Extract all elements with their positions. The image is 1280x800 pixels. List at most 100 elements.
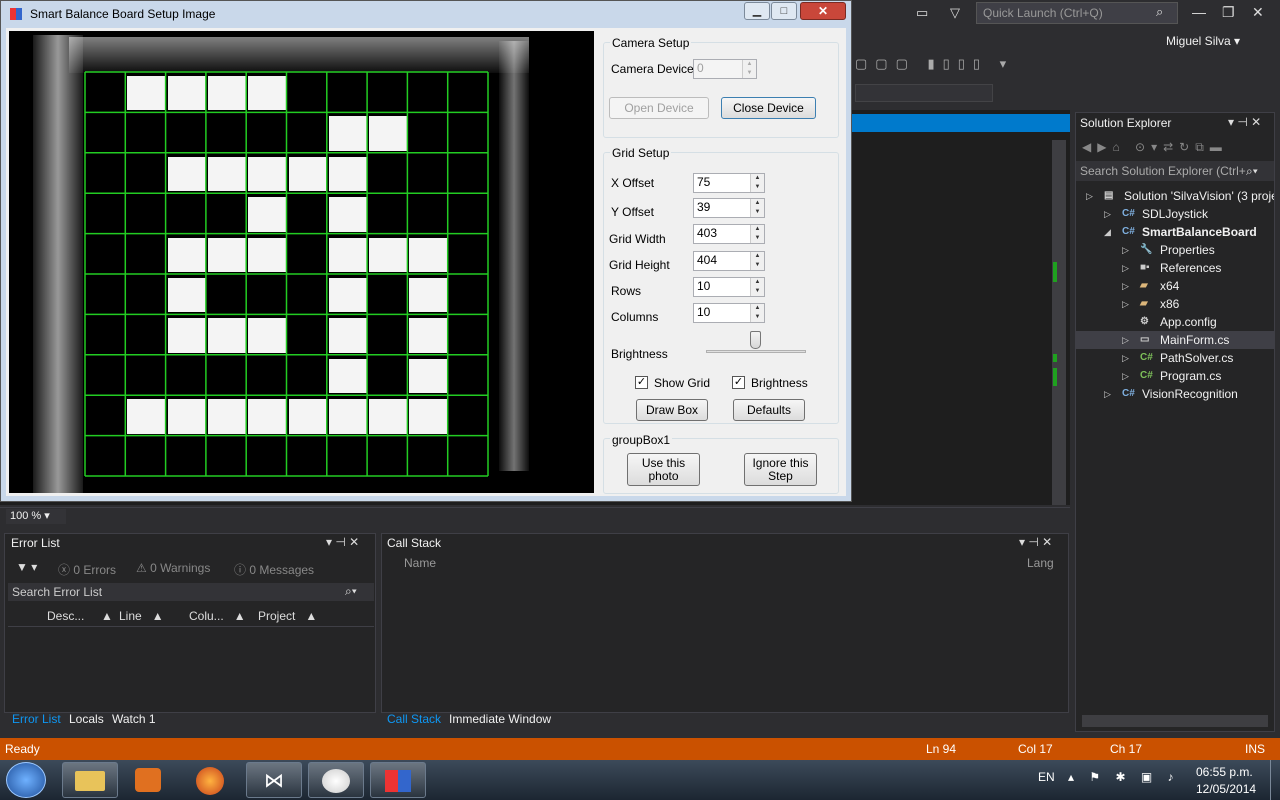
expand-arrow-icon[interactable]: ▷: [1122, 259, 1129, 277]
panel-menu-icon[interactable]: ▾ ⊣ ✕: [326, 535, 359, 549]
toolbar-dropdown[interactable]: [855, 84, 993, 102]
firefox-taskbar-icon[interactable]: [182, 762, 238, 798]
expand-arrow-icon[interactable]: ▷: [1104, 205, 1111, 223]
show-desktop-button[interactable]: [1270, 760, 1280, 800]
start-button-icon[interactable]: [6, 762, 46, 798]
expand-arrow-icon[interactable]: ▷: [1104, 385, 1111, 403]
tree-item[interactable]: ▷ ▤ Solution 'SilvaVision' (3 projects): [1076, 187, 1274, 205]
tab-call-stack[interactable]: Call Stack: [387, 712, 441, 726]
panel-menu-icon[interactable]: ▾ ⊣ ✕: [1019, 535, 1052, 549]
tab-immediate-window[interactable]: Immediate Window: [449, 712, 551, 726]
error-search-input[interactable]: Search Error List: [8, 583, 374, 601]
solution-search-input[interactable]: Search Solution Explorer (Ctrl+: [1076, 161, 1274, 181]
defaults-button[interactable]: Defaults: [733, 399, 805, 421]
messages-filter[interactable]: ⓘ 0 Messages: [234, 561, 314, 578]
spinner-arrows-icon[interactable]: ▲ ▼: [750, 304, 764, 322]
tree-item-label: x64: [1160, 279, 1180, 293]
minimize-icon[interactable]: —: [1192, 4, 1206, 20]
column-description[interactable]: Desc... ▲: [47, 609, 113, 623]
clock-date[interactable]: 12/05/2014: [1196, 782, 1256, 796]
solution-explorer-panel: Solution Explorer ▾ ⊣ ✕ ◀▶⌂ ⊙▾⇄↻⧉▬ Searc…: [1075, 112, 1275, 732]
column-line[interactable]: Line ▲: [119, 609, 164, 623]
tree-item[interactable]: ▷ 🔧 Properties: [1076, 241, 1274, 259]
filter-icon[interactable]: ▽: [950, 5, 960, 21]
references-icon: ■▪: [1140, 262, 1150, 273]
clock-time[interactable]: 06:55 p.m.: [1196, 765, 1253, 779]
tree-item-label: References: [1160, 261, 1222, 275]
toolbar[interactable]: ▢▢▢ ▮▯▯▯ ▾: [855, 56, 1014, 72]
paint-taskbar-icon[interactable]: [308, 762, 364, 798]
search-icon: ⌕: [1156, 4, 1164, 19]
ignore-step-button[interactable]: Ignore this Step: [744, 453, 817, 486]
minimize-button[interactable]: ▁: [744, 2, 770, 20]
tree-item[interactable]: ▷ ▭ MainForm.cs: [1076, 331, 1274, 349]
spinner-arrows-icon[interactable]: ▲ ▼: [750, 252, 764, 270]
expand-arrow-icon[interactable]: ▷: [1122, 241, 1129, 259]
brightness-slider-track[interactable]: [706, 350, 806, 353]
maximize-button[interactable]: □: [771, 2, 797, 20]
panel-menu-icon[interactable]: ▾ ⊣ ✕: [1228, 115, 1261, 129]
horizontal-scrollbar[interactable]: [1082, 715, 1268, 727]
tab-error-list[interactable]: Error List: [12, 712, 61, 726]
camera-setup-label: Camera Setup: [610, 36, 692, 50]
csharp-project-icon: C#: [1122, 388, 1135, 399]
errors-filter[interactable]: ⓧ 0 Errors: [58, 561, 116, 578]
spinner-arrows-icon[interactable]: ▲ ▼: [750, 225, 764, 243]
tree-item[interactable]: ▷ ▰ x86: [1076, 295, 1274, 313]
expand-arrow-icon[interactable]: ▷: [1122, 349, 1129, 367]
expand-arrow-icon[interactable]: ▷: [1122, 367, 1129, 385]
spinner-arrows-icon[interactable]: ▲ ▼: [750, 174, 764, 192]
column-project[interactable]: Project ▲: [258, 609, 317, 623]
tree-item[interactable]: ▷ ▰ x64: [1076, 277, 1274, 295]
user-name[interactable]: Miguel Silva ▾: [1166, 34, 1240, 48]
close-button[interactable]: ✕: [800, 2, 846, 20]
column-lang[interactable]: Lang: [1027, 556, 1054, 570]
solution-toolbar[interactable]: ◀▶⌂ ⊙▾⇄↻⧉▬: [1082, 140, 1228, 155]
spinner-arrows-icon[interactable]: ▲ ▼: [750, 199, 764, 217]
language-indicator[interactable]: EN: [1038, 770, 1055, 784]
tree-item-label: App.config: [1160, 315, 1217, 329]
error-list-title: Error List: [11, 536, 60, 550]
visual-studio-taskbar-icon[interactable]: ⋈: [246, 762, 302, 798]
spinner-arrows-icon[interactable]: ▲ ▼: [750, 278, 764, 296]
show-grid-checkbox[interactable]: ✓: [635, 376, 648, 389]
expand-arrow-icon[interactable]: ▷: [1086, 187, 1093, 205]
column-name[interactable]: Name: [404, 556, 436, 570]
tree-item[interactable]: ▷ C# VisionRecognition: [1076, 385, 1274, 403]
column-column[interactable]: Colu... ▲: [189, 609, 246, 623]
warnings-filter[interactable]: ⚠ 0 Warnings: [136, 561, 210, 575]
explorer-taskbar-icon[interactable]: [62, 762, 118, 798]
media-player-taskbar-icon[interactable]: [120, 762, 176, 798]
tree-item[interactable]: ▷ C# SDLJoystick: [1076, 205, 1274, 223]
tree-item[interactable]: ▷ C# Program.cs: [1076, 367, 1274, 385]
tree-item[interactable]: ◢ C# SmartBalanceBoard: [1076, 223, 1274, 241]
editor-scrollbar[interactable]: [1052, 140, 1066, 505]
brightness-slider-thumb[interactable]: [750, 331, 761, 349]
close-device-button[interactable]: Close Device: [721, 97, 816, 119]
tree-item[interactable]: ⚙ App.config: [1076, 313, 1274, 331]
zoom-select[interactable]: 100 % ▾: [6, 509, 66, 524]
tree-item[interactable]: ▷ C# PathSolver.cs: [1076, 349, 1274, 367]
brightness-checkbox[interactable]: ✓: [732, 376, 745, 389]
app-taskbar-icon[interactable]: [370, 762, 426, 798]
expand-arrow-icon[interactable]: ▷: [1122, 277, 1129, 295]
tray-icons[interactable]: ▴ ⚑ ✱ ▣ ♪: [1068, 770, 1180, 784]
csharp-file-icon: C#: [1140, 352, 1153, 363]
notification-icon[interactable]: ▭: [916, 5, 928, 21]
draw-box-button[interactable]: Draw Box: [636, 399, 708, 421]
tree-item[interactable]: ▷ ■▪ References: [1076, 259, 1274, 277]
expand-arrow-icon[interactable]: ◢: [1104, 223, 1111, 241]
expand-arrow-icon[interactable]: ▷: [1122, 331, 1129, 349]
tab-watch-1[interactable]: Watch 1: [112, 712, 156, 726]
spinner-arrows-icon[interactable]: ▲ ▼: [742, 60, 756, 78]
tree-item-label: Program.cs: [1160, 369, 1222, 383]
open-device-button[interactable]: Open Device: [609, 97, 709, 119]
quick-launch-input[interactable]: Quick Launch (Ctrl+Q): [976, 2, 1178, 24]
close-icon[interactable]: ✕: [1252, 4, 1264, 21]
tab-locals[interactable]: Locals: [69, 712, 104, 726]
use-photo-button[interactable]: Use this photo: [627, 453, 700, 486]
filter-icon[interactable]: ▼ ▾: [16, 560, 37, 574]
expand-arrow-icon[interactable]: ▷: [1122, 295, 1129, 313]
restore-icon[interactable]: ❐: [1222, 4, 1235, 21]
tree-item-label: x86: [1160, 297, 1180, 311]
